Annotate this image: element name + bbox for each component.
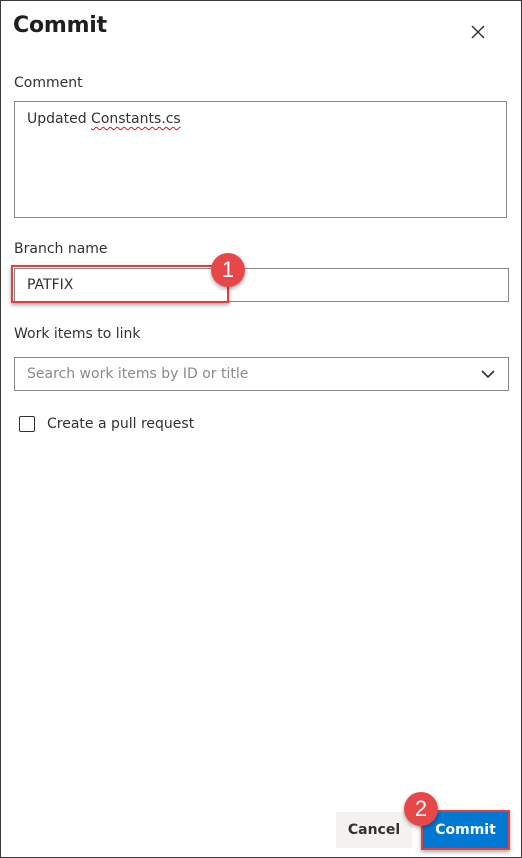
close-icon[interactable] bbox=[467, 21, 489, 43]
commit-dialog: Commit Comment Updated Constants.cs Bran… bbox=[0, 0, 522, 858]
branch-name-input[interactable]: PATFIX bbox=[14, 268, 509, 302]
branch-name-label: Branch name bbox=[14, 241, 108, 257]
cancel-button[interactable]: Cancel bbox=[336, 812, 412, 848]
work-items-placeholder: Search work items by ID or title bbox=[27, 366, 249, 382]
annotation-badge-2: 2 bbox=[404, 792, 438, 826]
comment-label: Comment bbox=[14, 75, 83, 91]
comment-textarea[interactable]: Updated Constants.cs bbox=[14, 101, 507, 218]
comment-text-prefix: Updated bbox=[27, 111, 92, 127]
checkbox-icon[interactable] bbox=[19, 416, 35, 432]
chevron-down-icon bbox=[481, 370, 495, 379]
create-pull-request-label: Create a pull request bbox=[47, 416, 195, 432]
comment-text-misspelled: Constants.cs bbox=[91, 111, 181, 127]
annotation-badge-1: 1 bbox=[211, 253, 245, 287]
create-pull-request-checkbox-row[interactable]: Create a pull request bbox=[19, 414, 194, 434]
dialog-title: Commit bbox=[13, 13, 107, 38]
work-items-label: Work items to link bbox=[14, 326, 141, 342]
work-items-dropdown[interactable]: Search work items by ID or title bbox=[14, 357, 509, 391]
